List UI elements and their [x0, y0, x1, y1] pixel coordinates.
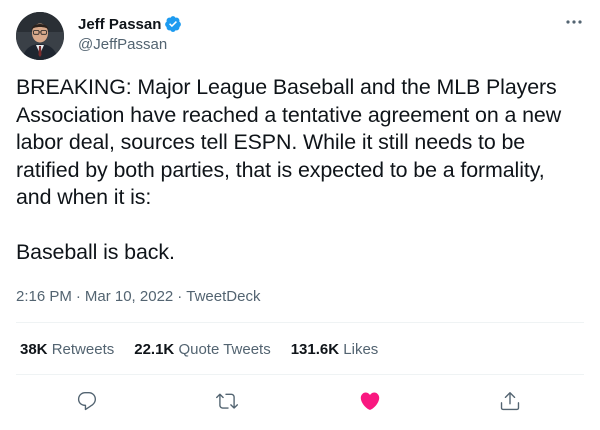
retweets-stat[interactable]: 38K Retweets — [20, 341, 114, 358]
avatar-photo-icon — [16, 12, 64, 60]
likes-stat[interactable]: 131.6K Likes — [291, 341, 379, 358]
display-name[interactable]: Jeff Passan — [78, 16, 161, 33]
display-name-row: Jeff Passan — [78, 14, 182, 34]
retweets-count: 38K — [20, 341, 48, 358]
tweet-header: Jeff Passan @JeffPassan — [16, 12, 584, 62]
tweet-paragraph: Baseball is back. — [16, 240, 175, 264]
quotes-label: Quote Tweets — [178, 341, 271, 358]
divider — [16, 374, 584, 375]
retweet-icon[interactable] — [212, 386, 242, 416]
tweet-text: BREAKING: Major League Baseball and the … — [16, 74, 584, 267]
share-icon[interactable] — [495, 386, 525, 416]
like-heart-icon[interactable] — [355, 386, 385, 416]
divider — [16, 322, 584, 323]
handle[interactable]: @JeffPassan — [78, 36, 182, 53]
tweet-metadata: 2:16 PM · Mar 10, 2022 · TweetDeck — [16, 288, 260, 305]
quotes-count: 22.1K — [134, 341, 175, 358]
separator-dot: · — [177, 288, 183, 305]
action-bar — [16, 386, 584, 416]
likes-label: Likes — [343, 341, 379, 358]
likes-count: 131.6K — [290, 341, 340, 358]
tweet-paragraph: BREAKING: Major League Baseball and the … — [16, 75, 562, 209]
tweet-time[interactable]: 2:16 PM — [16, 288, 72, 305]
retweets-label: Retweets — [51, 341, 115, 358]
more-options-icon[interactable] — [564, 14, 584, 30]
verified-badge-icon — [164, 15, 182, 33]
author-names: Jeff Passan @JeffPassan — [78, 14, 182, 53]
tweet-source[interactable]: TweetDeck — [186, 288, 260, 305]
reply-icon[interactable] — [72, 386, 102, 416]
separator-dot: · — [75, 288, 81, 305]
tweet-card: Jeff Passan @JeffPassan BREAKING: Major … — [0, 0, 600, 430]
quote-tweets-stat[interactable]: 22.1K Quote Tweets — [134, 341, 270, 358]
engagement-stats: 38K Retweets 22.1K Quote Tweets 131.6K L… — [20, 341, 398, 358]
tweet-date[interactable]: Mar 10, 2022 — [85, 288, 173, 305]
avatar[interactable] — [16, 12, 64, 60]
